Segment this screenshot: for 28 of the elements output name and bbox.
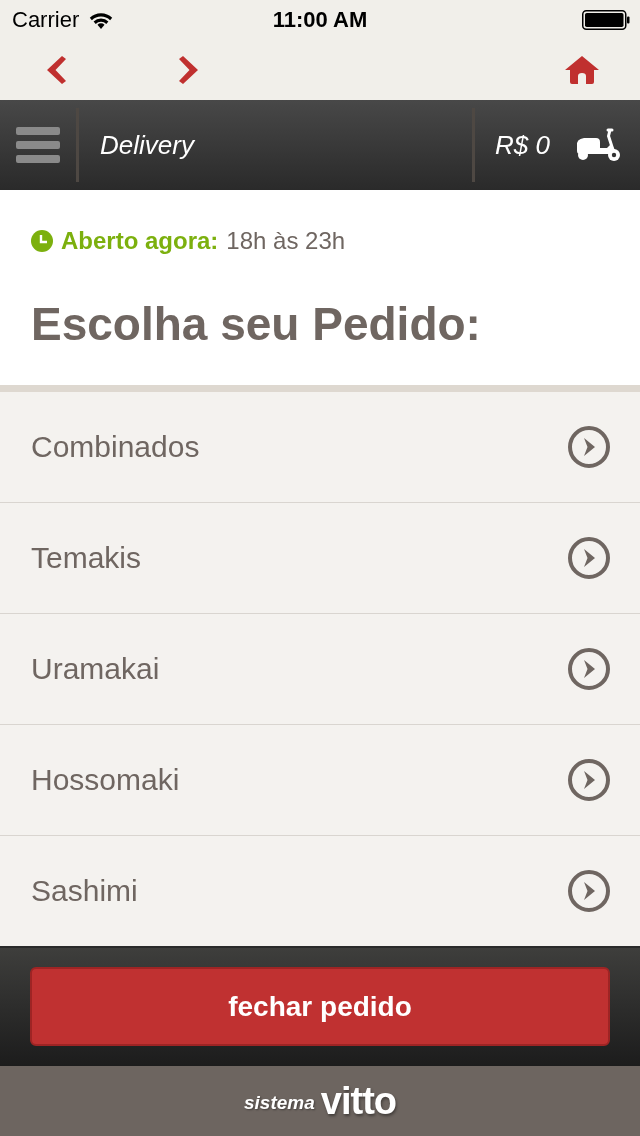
chevron-circle-icon bbox=[568, 648, 610, 690]
chevron-circle-icon bbox=[568, 759, 610, 801]
cart-button[interactable]: R$ 0 bbox=[475, 100, 640, 190]
status-time: 11:00 AM bbox=[272, 7, 368, 33]
category-item[interactable]: Hossomaki bbox=[0, 725, 640, 836]
brand-prefix: sistema bbox=[244, 1092, 315, 1114]
category-item[interactable]: Sashimi bbox=[0, 836, 640, 946]
section-heading: Escolha seu Pedido: bbox=[31, 299, 482, 350]
category-item[interactable]: Temakis bbox=[0, 503, 640, 614]
battery-icon bbox=[582, 10, 630, 30]
menu-icon bbox=[16, 127, 60, 163]
chevron-circle-icon bbox=[568, 426, 610, 468]
page-title: Delivery bbox=[99, 129, 196, 161]
carrier-name: Carrier bbox=[12, 7, 80, 33]
clock-icon bbox=[31, 230, 53, 252]
chevron-circle-icon bbox=[568, 870, 610, 912]
opening-hours: 18h às 23h bbox=[226, 227, 346, 255]
chevron-left-icon bbox=[47, 56, 66, 84]
category-item[interactable]: Combinados bbox=[0, 392, 640, 503]
brand-name: vitto bbox=[320, 1079, 396, 1123]
scooter-icon bbox=[574, 128, 620, 162]
open-now-label: Aberto agora: bbox=[61, 227, 219, 255]
chevron-right-icon bbox=[179, 56, 198, 84]
checkout-button[interactable]: fechar pedido bbox=[30, 967, 610, 1046]
wifi-icon bbox=[89, 11, 114, 29]
chevron-circle-icon bbox=[568, 537, 610, 579]
home-icon bbox=[565, 56, 599, 84]
category-item[interactable]: Uramakai bbox=[0, 614, 640, 725]
